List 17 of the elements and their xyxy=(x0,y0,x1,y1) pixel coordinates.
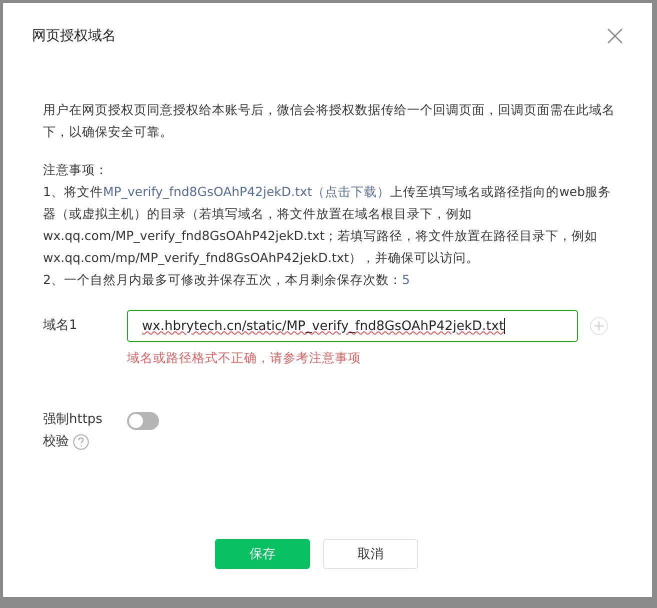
dialog-title: 网页授权域名 xyxy=(32,27,116,45)
description-text: 用户在网页授权页同意授权给本账号后，微信会将授权数据传给一个回调页面，回调页面需在此域名下，以确保安全可靠。 xyxy=(43,101,616,141)
note-text: 2、一个自然月内最多可修改并保存五次，本月剩余保存次数： xyxy=(43,272,402,287)
cancel-button[interactable]: 取消 xyxy=(323,539,418,569)
error-message: 域名或路径格式不正确，请参考注意事项 xyxy=(127,350,362,367)
notes-heading: 注意事项： xyxy=(43,161,109,179)
https-check-label: 校验 xyxy=(43,433,69,451)
add-icon[interactable] xyxy=(590,317,608,335)
field-label: 域名1 xyxy=(43,317,78,335)
toggle-switch[interactable] xyxy=(127,412,159,430)
close-icon[interactable] xyxy=(607,28,623,44)
https-check-label: 强制https xyxy=(43,411,102,429)
download-link[interactable]: MP_verify_fnd8GsOAhP42jekD.txt（点击下载） xyxy=(102,184,390,199)
remaining-count: 5 xyxy=(402,272,410,287)
help-icon[interactable] xyxy=(73,434,89,450)
note-text: 1、将文件MP_verify_fnd8GsOAhP42jekD.txt（点击下载）上传至填写域名或路径指向的web服务器（或虚拟主机）的目录（若填写域名，将文件放置在域名根目录下，例如wx.qq.com/MP_verify_fnd8GsOAhP42jekD.txt；若填写路径，将文件放置在路径目录下，例如wx.qq.com/mp/MP_verify_fnd8GsOAhP42jekD.txt），并确保可以访问。 xyxy=(43,183,612,267)
domain-input[interactable]: wx.hbrytech.cn/static/MP_verify_fnd8GsOAhP42jekD.txt xyxy=(127,310,578,342)
